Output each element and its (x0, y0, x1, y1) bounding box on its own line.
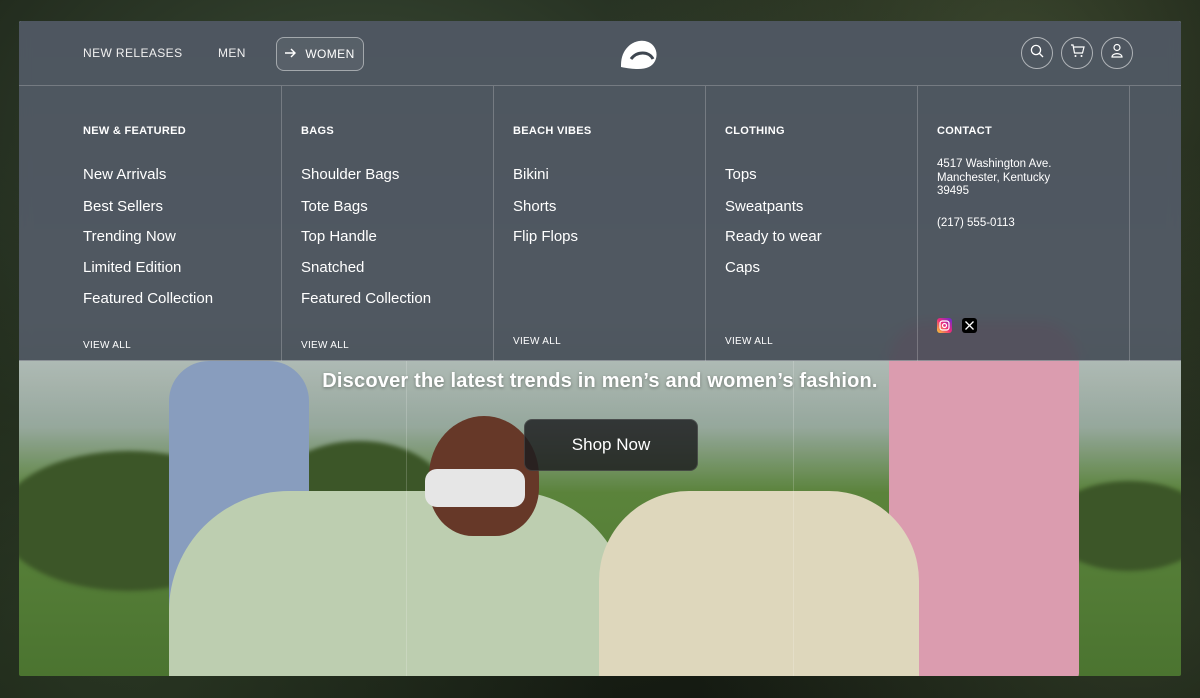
top-navigation: NEW RELEASES MEN WOMEN (19, 21, 1181, 86)
menu-column-clothing: CLOTHING Tops Sweatpants Ready to wear C… (725, 86, 917, 361)
menu-item[interactable]: Caps (725, 259, 760, 276)
view-all-link[interactable]: VIEW ALL (725, 336, 773, 347)
menu-item[interactable]: Featured Collection (301, 290, 431, 307)
menu-item[interactable]: Featured Collection (83, 290, 213, 307)
contact-title: CONTACT (937, 125, 993, 137)
contact-phone[interactable]: (217) 555-0113 (937, 217, 1015, 231)
menu-item[interactable]: Sweatpants (725, 198, 803, 215)
menu-item[interactable]: Snatched (301, 259, 364, 276)
menu-item[interactable]: Trending Now (83, 228, 176, 245)
hero-tagline: Discover the latest trends in men’s and … (322, 370, 878, 392)
column-title: BAGS (301, 125, 334, 137)
menu-item[interactable]: Flip Flops (513, 228, 578, 245)
menu-item[interactable]: Shorts (513, 198, 556, 215)
x-icon[interactable] (962, 318, 977, 333)
menu-item[interactable]: Tops (725, 166, 757, 183)
menu-item[interactable]: Best Sellers (83, 198, 163, 215)
column-title: NEW & FEATURED (83, 125, 186, 137)
menu-column-bags: BAGS Shoulder Bags Tote Bags Top Handle … (301, 86, 493, 361)
menu-item[interactable]: Tote Bags (301, 198, 368, 215)
column-title: CLOTHING (725, 125, 785, 137)
search-button[interactable] (1021, 37, 1053, 69)
nav-women-label: WOMEN (305, 47, 355, 61)
contact-address-line: 4517 Washington Ave. (937, 158, 1052, 170)
menu-item[interactable]: Shoulder Bags (301, 166, 399, 183)
column-title: BEACH VIBES (513, 125, 592, 137)
user-icon (1110, 43, 1124, 63)
contact-address-line: Manchester, Kentucky (937, 171, 1051, 184)
nav-women[interactable]: WOMEN (276, 37, 364, 71)
menu-item[interactable]: Ready to wear (725, 228, 822, 245)
mega-menu-panel: NEW RELEASES MEN WOMEN NEW & FEATURED Ne… (19, 21, 1181, 361)
menu-item[interactable]: Top Handle (301, 228, 377, 245)
menu-column-beach-vibes: BEACH VIBES Bikini Shorts Flip Flops VIE… (513, 86, 705, 361)
arrow-right-icon (285, 47, 297, 61)
menu-item[interactable]: Bikini (513, 166, 549, 183)
nav-new-releases[interactable]: NEW RELEASES (83, 21, 183, 85)
instagram-icon[interactable] (937, 318, 952, 333)
brand-logo[interactable] (617, 37, 659, 71)
shop-now-button[interactable]: Shop Now (524, 419, 698, 471)
view-all-link[interactable]: VIEW ALL (83, 340, 131, 351)
cart-icon (1070, 43, 1085, 63)
nav-men[interactable]: MEN (218, 21, 246, 85)
menu-column-new-featured: NEW & FEATURED New Arrivals Best Sellers… (83, 86, 281, 361)
site-frame: Discover the latest trends in men’s and … (19, 21, 1181, 676)
contact-column: CONTACT 4517 Washington Ave. Manchester,… (937, 86, 1129, 361)
menu-item[interactable]: New Arrivals (83, 166, 166, 183)
cart-button[interactable] (1061, 37, 1093, 69)
menu-item[interactable]: Limited Edition (83, 259, 181, 276)
view-all-link[interactable]: VIEW ALL (301, 340, 349, 351)
view-all-link[interactable]: VIEW ALL (513, 336, 561, 347)
contact-address-line: 39495 (937, 185, 969, 197)
search-icon (1030, 44, 1044, 63)
account-button[interactable] (1101, 37, 1133, 69)
